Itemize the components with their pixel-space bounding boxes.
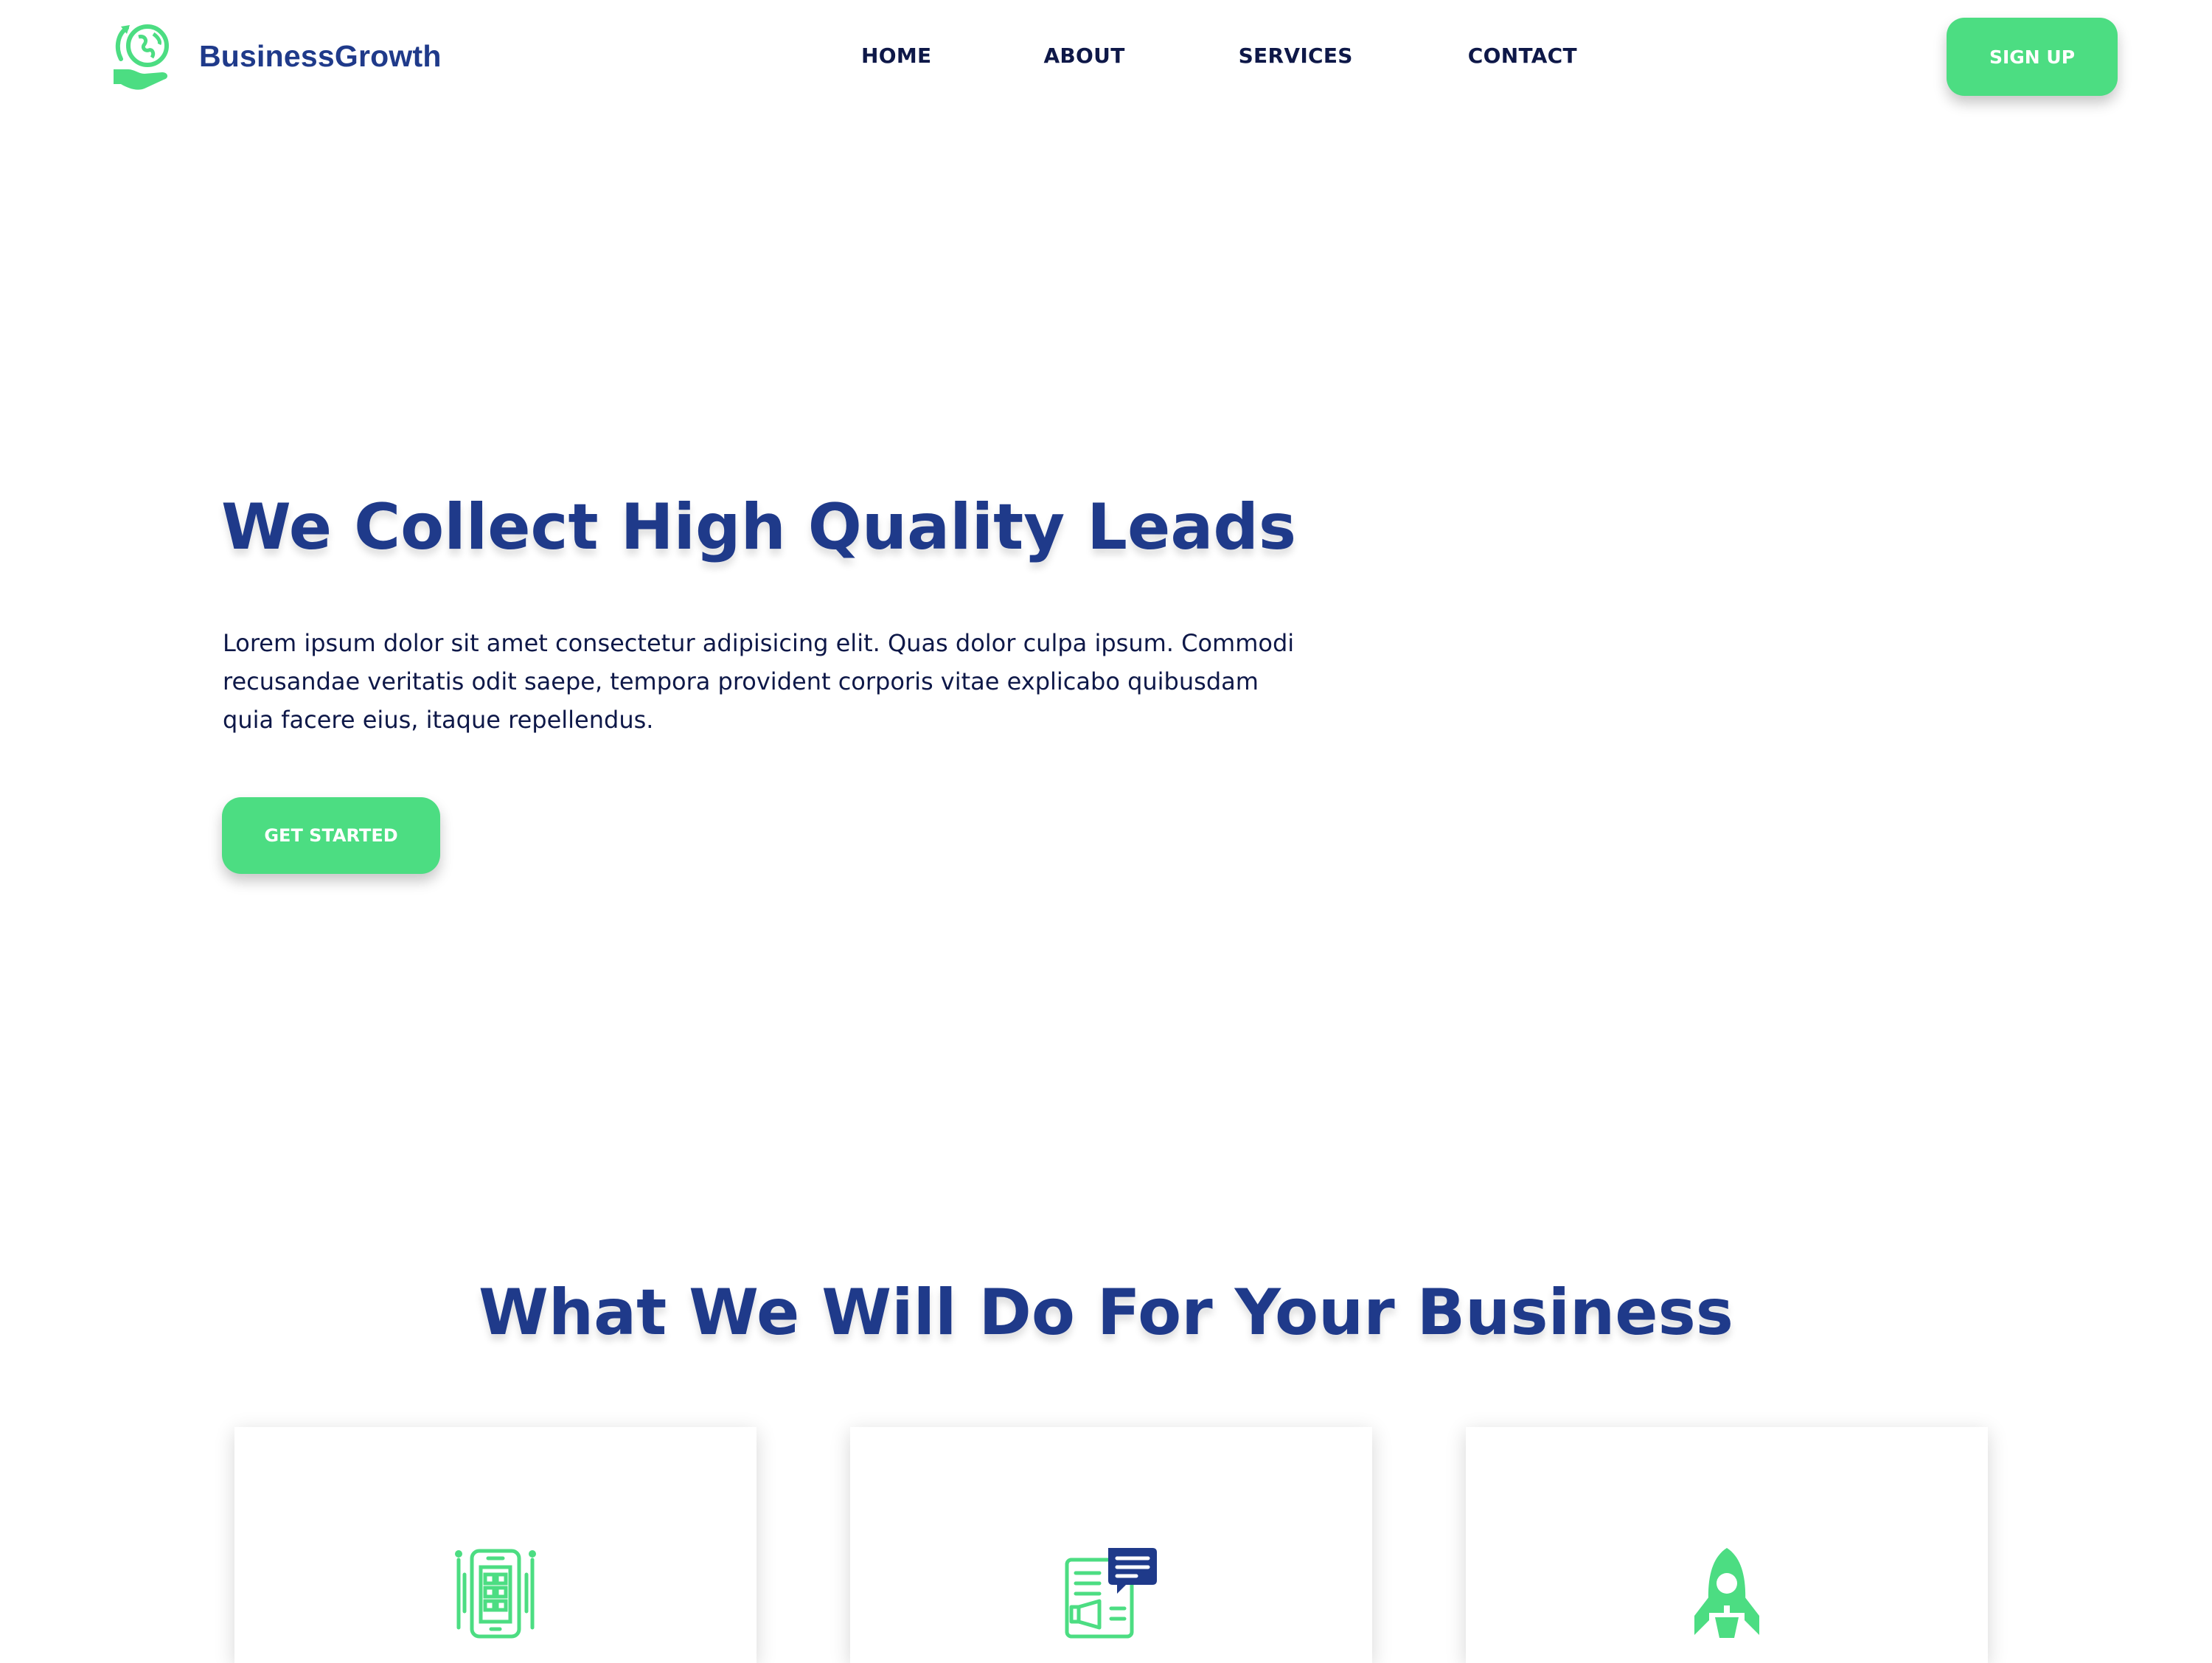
service-card-launch[interactable]: [1466, 1427, 1988, 1663]
globe-in-hand-icon: [114, 24, 169, 90]
nav-item-contact[interactable]: CONTACT: [1468, 44, 1577, 68]
services-title: What We Will Do For Your Business: [479, 1276, 1733, 1350]
hero-description: Lorem ipsum dolor sit amet consectetur a…: [223, 629, 1295, 734]
get-started-button[interactable]: GET STARTED: [222, 797, 440, 874]
marketing-megaphone-icon: [1065, 1548, 1157, 1639]
nav-item-services[interactable]: SERVICES: [1239, 44, 1353, 68]
main-nav: HOME ABOUT SERVICES CONTACT: [861, 41, 1577, 70]
hero-title: We Collect High Quality Leads: [221, 490, 1297, 564]
site-header: BusinessGrowth HOME ABOUT SERVICES CONTA…: [0, 0, 2212, 111]
nav-item-home[interactable]: HOME: [861, 44, 931, 68]
brand[interactable]: BusinessGrowth: [111, 21, 442, 91]
service-card-mobile[interactable]: [234, 1427, 757, 1663]
nav-item-about[interactable]: ABOUT: [1043, 44, 1124, 68]
mobile-app-icon: [455, 1549, 536, 1639]
rocket-icon: [1694, 1548, 1759, 1638]
brand-name: BusinessGrowth: [199, 38, 442, 73]
service-card-marketing[interactable]: [850, 1427, 1372, 1663]
sign-up-button[interactable]: SIGN UP: [1947, 18, 2118, 96]
